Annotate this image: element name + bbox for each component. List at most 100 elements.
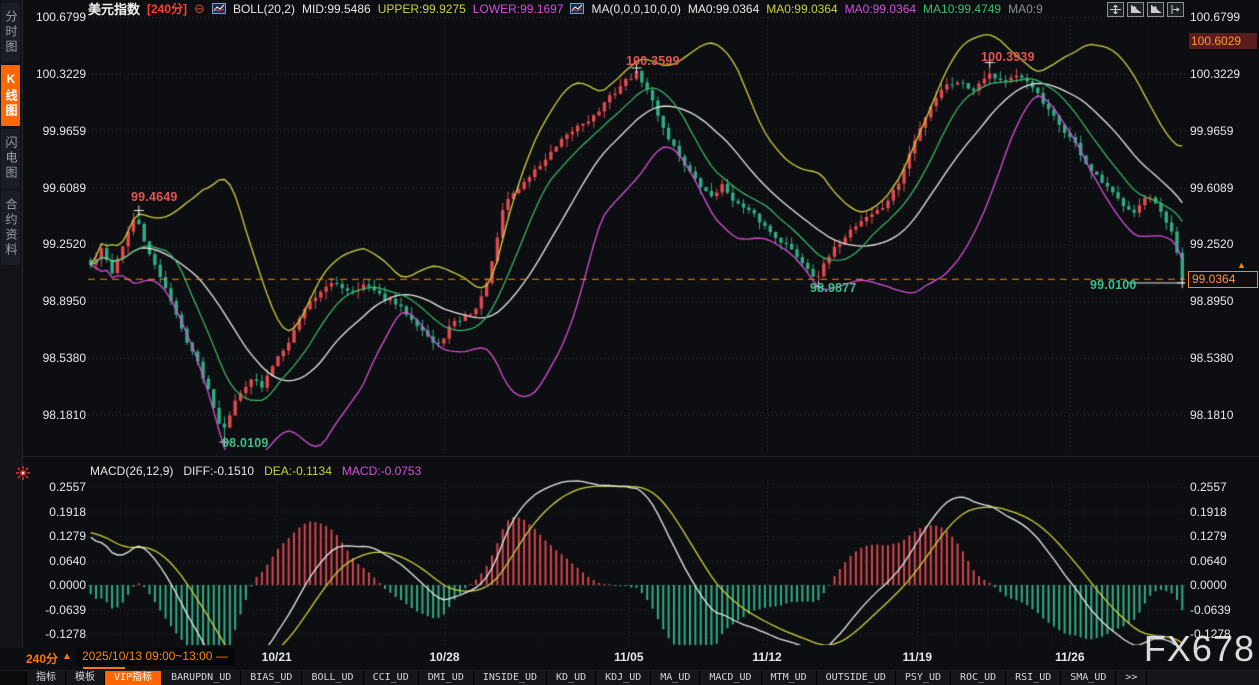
price-annotation: 98.9877 bbox=[810, 281, 857, 295]
current-price-badge: 99.0364 bbox=[1188, 271, 1258, 288]
macd-header: MACD(26,12,9) DIFF:-0.1510 DEA:-0.1134 M… bbox=[90, 464, 421, 478]
price-annotation: 100.3599 bbox=[626, 54, 680, 68]
toolbar-tab-cci_ud[interactable]: CCI_UD bbox=[364, 671, 419, 685]
chart-canvas[interactable] bbox=[0, 0, 1259, 650]
ma0-value-2: MA0:99.0364 bbox=[766, 2, 837, 16]
toolbar-tab-mtm_ud[interactable]: MTM_UD bbox=[762, 671, 817, 685]
axis-zoom-in-icon[interactable] bbox=[1127, 2, 1144, 17]
toolbar-tab-kdj_ud[interactable]: KDJ_UD bbox=[596, 671, 651, 685]
sidebar-item-contract-info[interactable]: 合约资料 bbox=[1, 191, 20, 265]
x-axis-tick: 10/21 bbox=[262, 650, 292, 664]
toolbar-tab-sma_ud[interactable]: SMA_UD bbox=[1061, 671, 1116, 685]
boll-indicator-icon[interactable] bbox=[212, 3, 226, 14]
macd-value: MACD:-0.0753 bbox=[342, 464, 421, 478]
x-axis-tick: 11/19 bbox=[903, 650, 932, 664]
date-underline bbox=[83, 667, 125, 669]
price-up-arrow-icon: ▲ bbox=[1237, 260, 1246, 270]
move-icon[interactable] bbox=[1107, 2, 1124, 17]
ma0-value-1: MA0:99.0364 bbox=[688, 2, 759, 16]
collapse-indicator-icon[interactable]: ⊖ bbox=[194, 3, 205, 15]
axis-zoom-out-icon[interactable] bbox=[1147, 2, 1164, 17]
price-axis-label: 98.5380 bbox=[24, 351, 86, 365]
sidebar-item-time-chart[interactable]: 分时图 bbox=[1, 3, 20, 62]
macd-settings-icon[interactable] bbox=[16, 466, 30, 480]
sidebar-item-candle-chart[interactable]: K线图 bbox=[1, 65, 20, 126]
toolbar-tab-[interactable]: 指标 bbox=[27, 671, 66, 685]
ma0-value-4: MA0:9 bbox=[1008, 2, 1043, 16]
period-label: [240分] bbox=[147, 0, 187, 17]
macd-axis-label: 0.0640 bbox=[24, 554, 86, 568]
macd-axis-label: -0.0639 bbox=[24, 603, 86, 617]
ma10-value: MA10:99.4749 bbox=[923, 2, 1001, 16]
watermark: FX678 bbox=[1144, 628, 1255, 670]
period-up-arrow-icon[interactable]: ▲ bbox=[62, 651, 72, 662]
toolbar-tab-ma_ud[interactable]: MA_UD bbox=[651, 671, 700, 685]
macd-axis-label: 0.2557 bbox=[24, 480, 86, 494]
session-high-badge: 100.6029 bbox=[1189, 33, 1257, 49]
first-bar-range-label: 2025/10/13 09:00~13:00 bbox=[82, 649, 212, 663]
toolbar-tab-boll_ud[interactable]: BOLL_UD bbox=[302, 671, 363, 685]
toolbar-tab-barupdn_ud[interactable]: BARUPDN_UD bbox=[162, 671, 241, 685]
period-indicator[interactable]: 240分 bbox=[26, 650, 58, 667]
ma0-value-3: MA0:99.0364 bbox=[845, 2, 916, 16]
price-annotation: 99.4649 bbox=[131, 190, 178, 204]
toolbar-spacer bbox=[0, 671, 27, 685]
boll-params: BOLL(20,2) bbox=[233, 2, 295, 16]
macd-diff-value: DIFF:-0.1510 bbox=[183, 464, 254, 478]
macd-params: MACD(26,12,9) bbox=[90, 464, 173, 478]
macd-dea-value: DEA:-0.1134 bbox=[264, 464, 332, 478]
toolbar-tab-macd_ud[interactable]: MACD_UD bbox=[700, 671, 761, 685]
macd-axis-label: 0.1279 bbox=[1190, 529, 1256, 543]
toolbar-tab-roc_ud[interactable]: ROC_UD bbox=[951, 671, 1006, 685]
macd-axis-label: 0.2557 bbox=[1190, 480, 1256, 494]
toolbar-tab-inside_ud[interactable]: INSIDE_UD bbox=[474, 671, 547, 685]
toolbar-tab-[interactable]: >> bbox=[1116, 671, 1147, 685]
price-axis-label: 99.6089 bbox=[24, 181, 86, 195]
first-bar-range[interactable]: 2025/10/13 09:00~13:00 — bbox=[76, 648, 234, 665]
symbol-name: 美元指数 bbox=[88, 0, 140, 18]
boll-mid-value: MID:99.5486 bbox=[302, 2, 371, 16]
price-axis-label: 99.6089 bbox=[1190, 181, 1256, 195]
toolbar-tab-rsi_ud[interactable]: RSI_UD bbox=[1006, 671, 1061, 685]
toolbar-tab-bias_ud[interactable]: BIAS_UD bbox=[241, 671, 302, 685]
ma-indicator-icon[interactable] bbox=[570, 3, 584, 14]
price-annotation: 98.0109 bbox=[222, 436, 269, 450]
price-axis-label: 98.5380 bbox=[1190, 351, 1256, 365]
price-axis-label: 99.2520 bbox=[24, 237, 86, 251]
price-axis-label: 100.6799 bbox=[24, 10, 86, 24]
macd-axis-label: -0.1278 bbox=[24, 627, 86, 641]
time-axis-row: 240分 ▲ 2025/10/13 09:00~13:00 — 10/21 10/… bbox=[0, 646, 1259, 671]
indicator-toolbar: 指标模板VIP指标BARUPDN_UDBIAS_UDBOLL_UDCCI_UDD… bbox=[0, 671, 1259, 685]
toolbar-tab-dmi_ud[interactable]: DMI_UD bbox=[419, 671, 474, 685]
toolbar-tab-outside_ud[interactable]: OUTSIDE_UD bbox=[817, 671, 896, 685]
price-axis-label: 98.1810 bbox=[1190, 408, 1256, 422]
price-axis-label: 98.8950 bbox=[24, 294, 86, 308]
toolbar-tab-[interactable]: 模板 bbox=[66, 671, 105, 685]
macd-axis-label: 0.1918 bbox=[24, 505, 86, 519]
price-axis-label: 99.9659 bbox=[1190, 124, 1256, 138]
x-axis-tick: 10/28 bbox=[430, 650, 460, 664]
toolbar-tab-kd_ud[interactable]: KD_UD bbox=[547, 671, 596, 685]
price-annotation: 99.0100 bbox=[1090, 278, 1137, 292]
price-axis-label: 100.3229 bbox=[24, 67, 86, 81]
boll-lower-value: LOWER:99.1697 bbox=[473, 2, 564, 16]
toolbar-tab-vip[interactable]: VIP指标 bbox=[105, 671, 162, 685]
x-axis-tick: 11/26 bbox=[1055, 650, 1084, 664]
price-axis-label: 100.3229 bbox=[1190, 67, 1256, 81]
ma-params: MA(0,0,0,10,0,0) bbox=[591, 2, 680, 16]
sidebar-item-tick-chart[interactable]: 闪电图 bbox=[1, 129, 20, 188]
price-annotation: 100.3939 bbox=[981, 50, 1035, 64]
collapse-line-icon[interactable]: — bbox=[216, 649, 228, 663]
chart-tools bbox=[1107, 2, 1184, 17]
x-axis-tick: 11/12 bbox=[752, 650, 781, 664]
boll-upper-value: UPPER:99.9275 bbox=[378, 2, 466, 16]
trading-app: 分时图 K线图 闪电图 合约资料 美元指数 [240分] ⊖ BOLL(20,2… bbox=[0, 0, 1259, 685]
price-axis-label: 98.1810 bbox=[24, 408, 86, 422]
pan-right-icon[interactable] bbox=[1167, 2, 1184, 17]
toolbar-tab-psy_ud[interactable]: PSY_UD bbox=[896, 671, 951, 685]
macd-axis-label: 0.0000 bbox=[24, 578, 86, 592]
sidebar: 分时图 K线图 闪电图 合约资料 bbox=[0, 0, 23, 648]
price-axis-label: 99.2520 bbox=[1190, 237, 1256, 251]
indicator-header: 美元指数 [240分] ⊖ BOLL(20,2) MID:99.5486 UPP… bbox=[88, 1, 1043, 16]
macd-axis-label: -0.0639 bbox=[1190, 603, 1256, 617]
